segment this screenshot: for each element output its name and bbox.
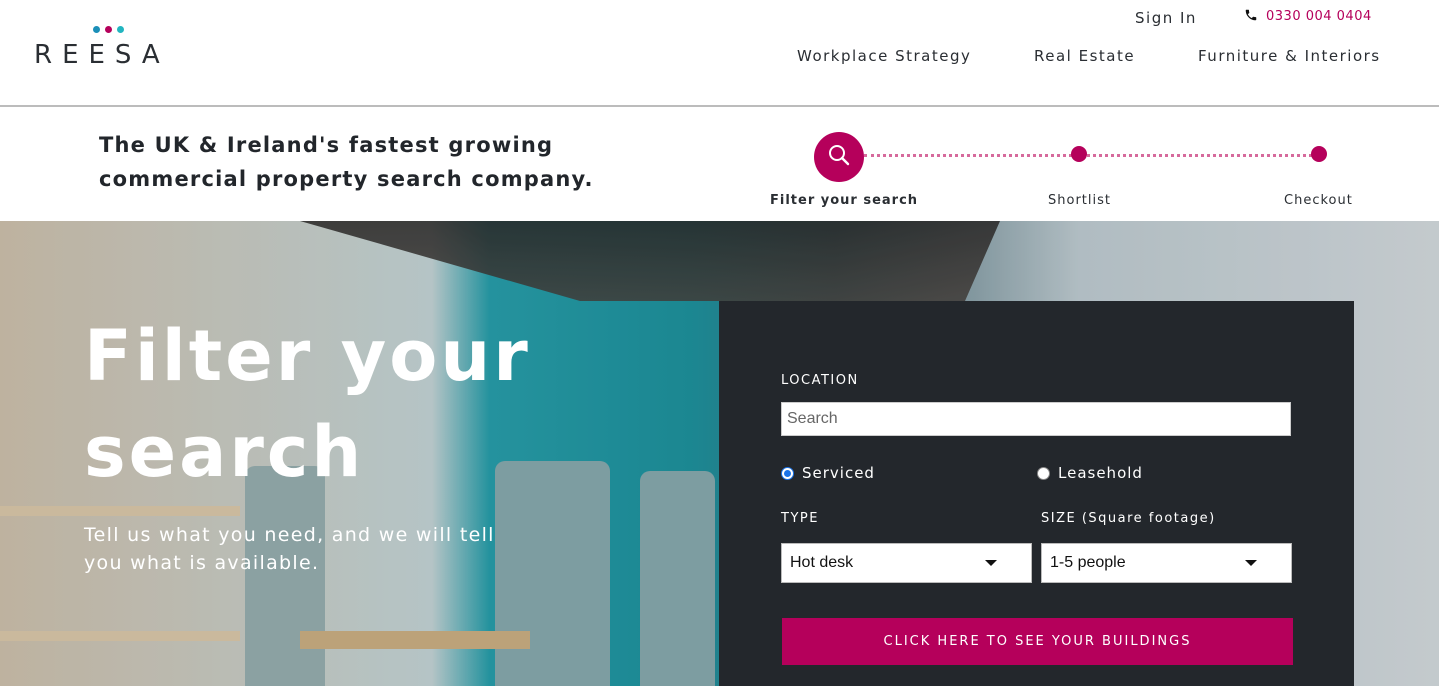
tagline: The UK & Ireland's fastest growing comme…: [99, 133, 594, 191]
nav-real-estate[interactable]: Real Estate: [1034, 47, 1135, 65]
nav-furniture-interiors[interactable]: Furniture & Interiors: [1198, 47, 1381, 65]
radio-serviced-label: Serviced: [802, 464, 875, 482]
logo-dot-blue: [93, 26, 100, 33]
radio-leasehold-label: Leasehold: [1058, 464, 1143, 482]
phone-icon: [1244, 7, 1258, 26]
chevron-down-icon: [985, 560, 997, 566]
size-label: SIZE (Square footage): [1041, 511, 1216, 526]
location-search-input[interactable]: [781, 402, 1291, 436]
hero-subtitle: Tell us what you need, and we will tell …: [84, 524, 495, 574]
sign-in-link[interactable]: Sign In: [1135, 9, 1197, 27]
search-icon: [827, 143, 851, 171]
logo-text: REESA: [34, 40, 170, 70]
nav-workplace-strategy[interactable]: Workplace Strategy: [797, 47, 971, 65]
step-filter-your-search[interactable]: [814, 132, 864, 182]
radio-serviced[interactable]: Serviced: [781, 464, 875, 482]
see-buildings-button[interactable]: CLICK HERE TO SEE YOUR BUILDINGS: [782, 618, 1293, 665]
location-label: LOCATION: [781, 373, 859, 388]
step-connector-2: [1087, 154, 1312, 157]
radio-leasehold[interactable]: Leasehold: [1037, 464, 1143, 482]
step-label-checkout[interactable]: Checkout: [1284, 193, 1353, 208]
step-label-filter[interactable]: Filter your search: [770, 193, 918, 208]
logo-dots: [93, 26, 124, 33]
hero-title: Filter your search: [84, 315, 531, 493]
step-label-shortlist[interactable]: Shortlist: [1048, 193, 1111, 208]
step-checkout-dot[interactable]: [1311, 146, 1327, 162]
radio-serviced-control[interactable]: [781, 466, 794, 480]
phone-link[interactable]: 0330 004 0404: [1244, 7, 1372, 26]
type-label: TYPE: [781, 511, 819, 526]
logo-dot-magenta: [105, 26, 112, 33]
type-select[interactable]: Hot desk: [781, 543, 1032, 583]
logo-dot-teal: [117, 26, 124, 33]
site-header: REESA Sign In 0330 004 0404 Workplace St…: [0, 0, 1439, 107]
phone-number: 0330 004 0404: [1266, 9, 1372, 24]
step-connector-1: [864, 154, 1072, 157]
radio-leasehold-control[interactable]: [1037, 466, 1050, 480]
step-shortlist-dot[interactable]: [1071, 146, 1087, 162]
size-select[interactable]: 1-5 people: [1041, 543, 1292, 583]
type-select-value: Hot desk: [790, 554, 854, 571]
size-select-value: 1-5 people: [1050, 554, 1126, 571]
reesa-logo[interactable]: REESA: [34, 24, 194, 74]
chevron-down-icon: [1245, 560, 1257, 566]
